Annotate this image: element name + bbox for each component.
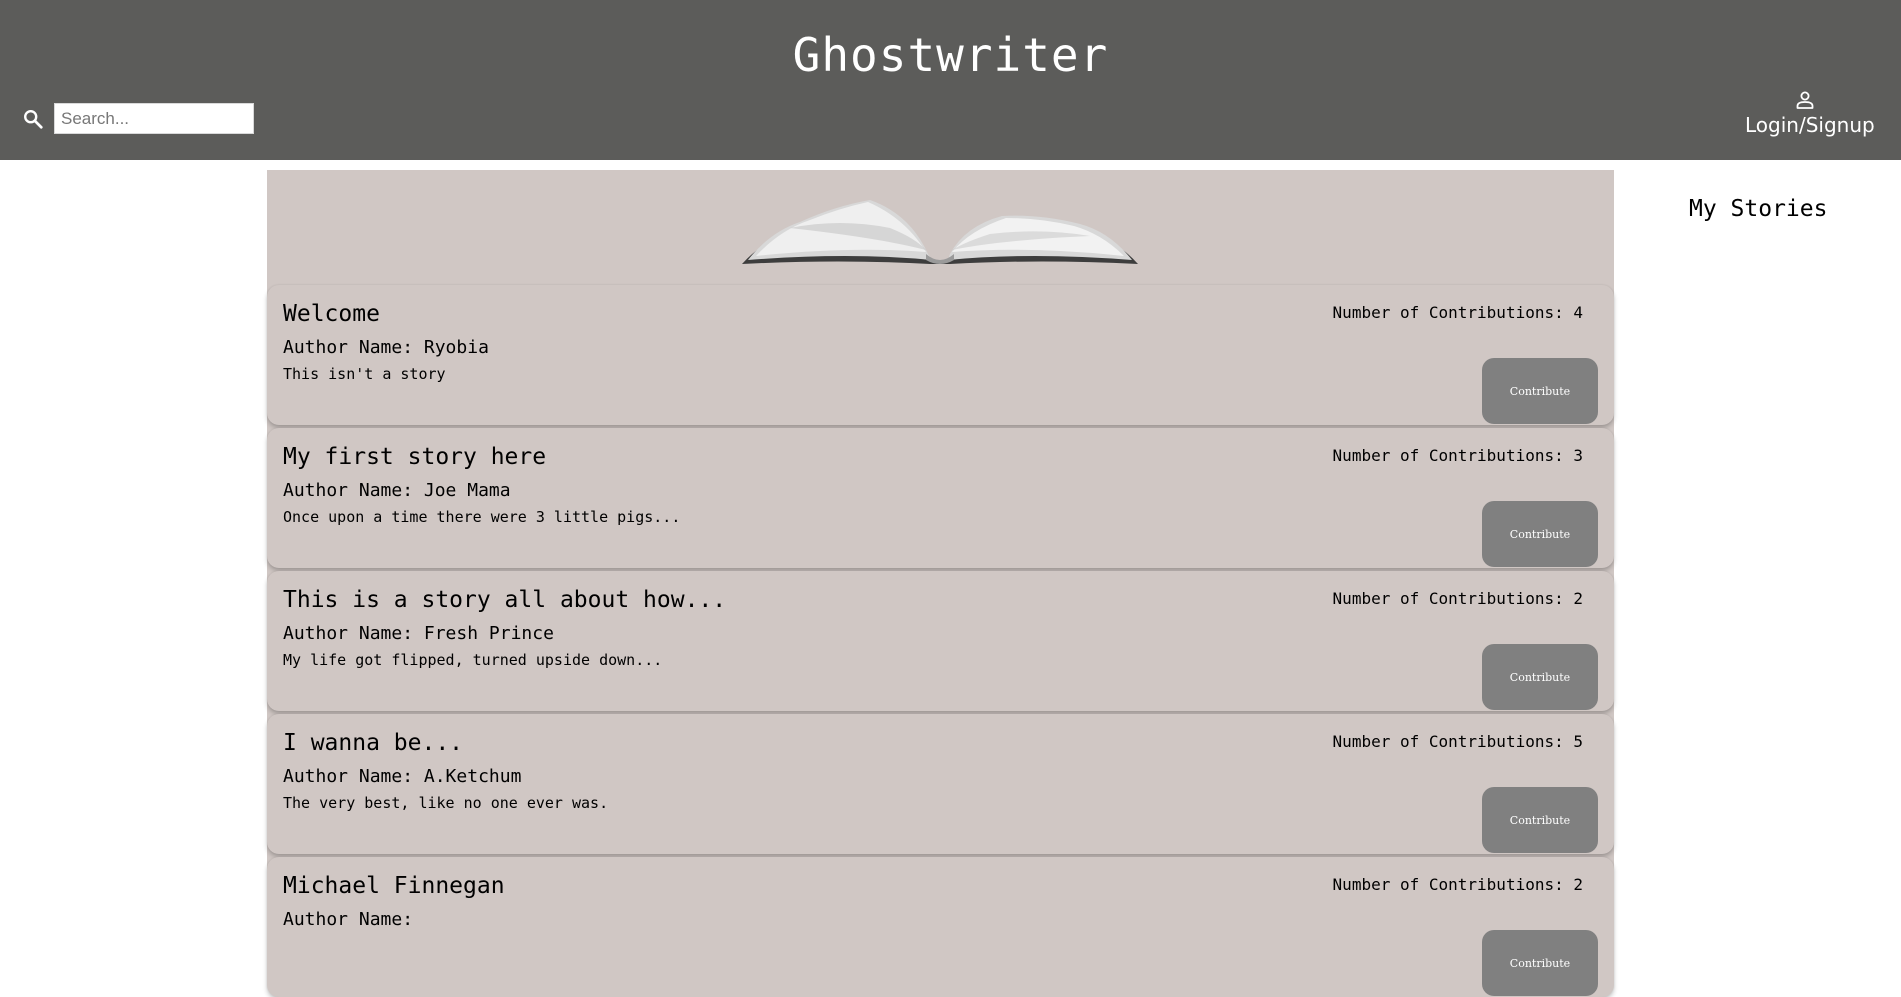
login-signup-label: Login/Signup (1745, 113, 1875, 137)
app-title: Ghostwriter (792, 28, 1109, 82)
story-card[interactable]: Michael Finnegan Author Name: Number of … (267, 857, 1614, 997)
story-author: Author Name: Joe Mama (283, 480, 511, 501)
story-title[interactable]: My first story here (283, 444, 546, 470)
person-icon (1796, 91, 1814, 109)
story-card[interactable]: I wanna be... Author Name: A.Ketchum The… (267, 714, 1614, 854)
search-icon[interactable] (22, 108, 44, 130)
story-title[interactable]: I wanna be... (283, 730, 463, 756)
story-title[interactable]: This is a story all about how... (283, 587, 726, 613)
contribute-button[interactable]: Contribute (1482, 358, 1598, 424)
story-excerpt: This isn't a story (283, 365, 446, 383)
story-title[interactable]: Michael Finnegan (283, 873, 505, 899)
story-author: Author Name: Ryobia (283, 337, 489, 358)
hero-banner (267, 170, 1614, 285)
story-card[interactable]: My first story here Author Name: Joe Mam… (267, 428, 1614, 568)
contribution-count: Number of Contributions: 3 (1332, 446, 1583, 465)
story-author: Author Name: Fresh Prince (283, 623, 554, 644)
story-excerpt: Once upon a time there were 3 little pig… (283, 508, 681, 526)
story-card[interactable]: Welcome Author Name: Ryobia This isn't a… (267, 285, 1614, 425)
contribute-button[interactable]: Contribute (1482, 930, 1598, 996)
story-author: Author Name: (283, 909, 414, 930)
story-card[interactable]: This is a story all about how... Author … (267, 571, 1614, 711)
story-excerpt: My life got flipped, turned upside down.… (283, 651, 663, 669)
contribute-button[interactable]: Contribute (1482, 787, 1598, 853)
contribution-count: Number of Contributions: 2 (1332, 589, 1583, 608)
contribution-count: Number of Contributions: 5 (1332, 732, 1583, 751)
story-list: Welcome Author Name: Ryobia This isn't a… (267, 285, 1614, 997)
contribution-count: Number of Contributions: 4 (1332, 303, 1583, 322)
contribute-button[interactable]: Contribute (1482, 644, 1598, 710)
story-excerpt: The very best, like no one ever was. (283, 794, 609, 812)
top-header: Ghostwriter Login/Signup (0, 0, 1901, 160)
story-title[interactable]: Welcome (283, 301, 380, 327)
search-input[interactable] (54, 103, 254, 134)
login-signup-button[interactable]: Login/Signup (1745, 90, 1875, 137)
open-book-icon (742, 200, 1138, 264)
story-author: Author Name: A.Ketchum (283, 766, 522, 787)
my-stories-title[interactable]: My Stories (1689, 196, 1827, 222)
search-bar (22, 102, 254, 135)
contribution-count: Number of Contributions: 2 (1332, 875, 1583, 894)
stories-feed: Welcome Author Name: Ryobia This isn't a… (267, 170, 1614, 997)
contribute-button[interactable]: Contribute (1482, 501, 1598, 567)
